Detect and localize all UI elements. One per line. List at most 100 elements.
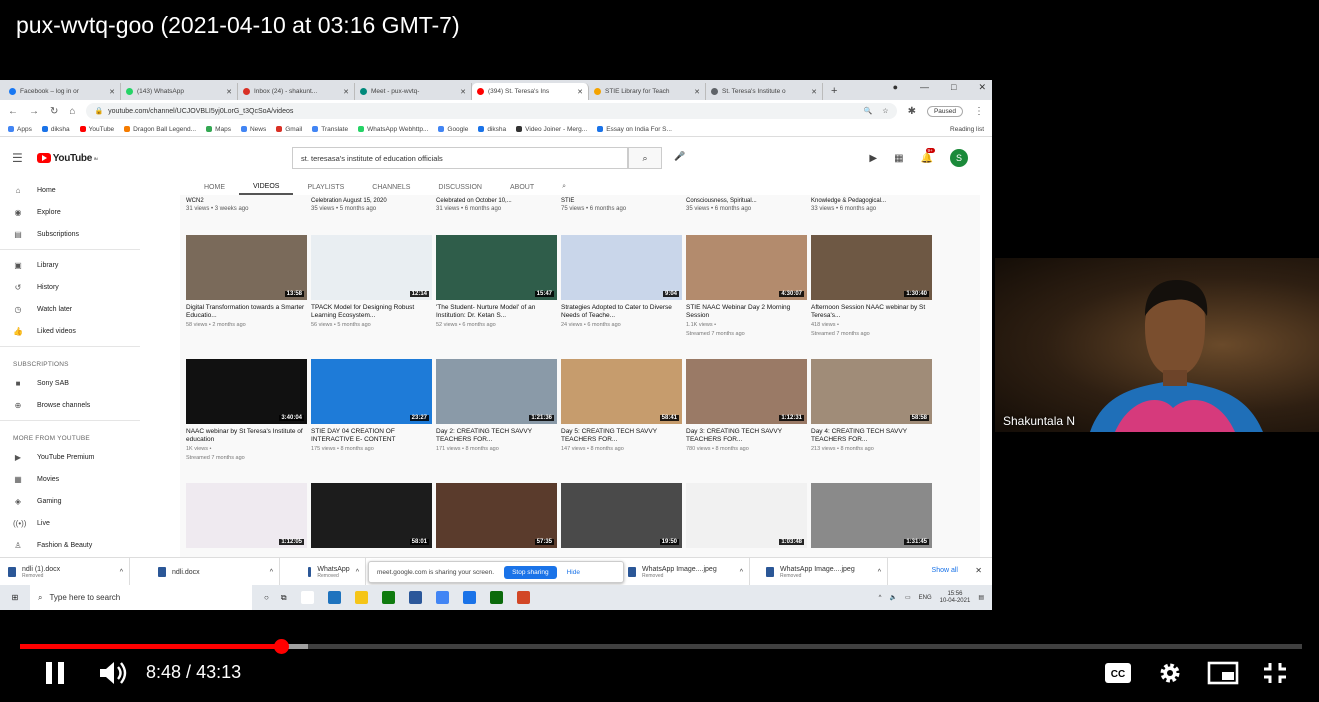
browser-tab[interactable]: STIE Library for Teach ✕ (589, 83, 706, 100)
download-menu-chevron-icon[interactable]: ^ (356, 569, 365, 576)
download-menu-chevron-icon[interactable]: ^ (120, 569, 129, 576)
extensions-icon[interactable]: ✱ (908, 106, 916, 117)
video-thumbnail[interactable]: 1:30:40 (811, 235, 932, 300)
maximize-icon[interactable]: □ (951, 82, 956, 93)
taskbar-app-icon[interactable] (489, 591, 503, 604)
browser-tab[interactable]: St. Teresa's Institute o ✕ (706, 83, 823, 100)
video-thumbnail[interactable]: 1:31:45 (811, 483, 932, 548)
download-item[interactable]: ndli (1).docx Removed ^ (0, 558, 130, 586)
sidebar-item[interactable]: ◈ Gaming (0, 490, 140, 512)
network-tray-icon[interactable]: ▭ (905, 594, 911, 601)
channel-tab[interactable]: DISCUSSION (424, 179, 496, 195)
language-indicator[interactable]: ENG (919, 595, 932, 601)
channel-tab[interactable]: ABOUT (496, 179, 548, 195)
video-title[interactable]: 'The Student- Nurture Model' of an Insti… (436, 304, 557, 320)
sidebar-item[interactable]: ↺ History (0, 276, 140, 298)
video-thumbnail[interactable]: 1:03:48 (686, 483, 807, 548)
new-tab-icon[interactable]: + (823, 85, 845, 100)
sidebar-item[interactable]: ⊕ Browse channels (0, 394, 140, 416)
video-title[interactable]: Day 2: CREATING TECH SAVVY TEACHERS FOR.… (436, 428, 557, 444)
scrubber-handle[interactable] (274, 639, 289, 654)
channel-tab[interactable]: HOME (190, 179, 239, 195)
sidebar-item[interactable]: ▦ Movies (0, 468, 140, 490)
exit-fullscreen-icon[interactable] (1262, 661, 1288, 685)
taskbar-app-icon[interactable] (381, 591, 395, 604)
hamburger-icon[interactable]: ☰ (12, 151, 23, 165)
video-thumbnail[interactable]: 57:35 (436, 483, 557, 548)
video-card[interactable]: 1:21:36 Day 2: CREATING TECH SAVVY TEACHE… (436, 359, 557, 483)
video-thumbnail[interactable]: 13:58 (186, 235, 307, 300)
video-thumbnail[interactable]: 23:27 (311, 359, 432, 424)
download-menu-chevron-icon[interactable]: ^ (878, 569, 887, 576)
taskbar-app-icon[interactable] (300, 591, 314, 604)
video-thumbnail[interactable]: 3:40:04 (186, 359, 307, 424)
reload-icon[interactable]: ↻ (50, 106, 58, 117)
channel-tab[interactable]: PLAYLISTS (293, 179, 358, 195)
tab-close-icon[interactable]: ✕ (340, 88, 349, 96)
sidebar-item[interactable]: ◉ Explore (0, 201, 140, 223)
tab-close-icon[interactable]: ✕ (574, 88, 583, 96)
hide-button[interactable]: Hide (567, 569, 580, 576)
taskbar-app-icon[interactable] (462, 591, 476, 604)
video-thumbnail[interactable]: 58:58 (811, 359, 932, 424)
video-title[interactable]: Day 3: CREATING TECH SAVVY TEACHERS FOR.… (686, 428, 807, 444)
video-title[interactable]: Digital Transformation towards a Smarter… (186, 304, 307, 320)
create-video-icon[interactable]: ▶ (869, 153, 877, 164)
bookmark-star-icon[interactable]: ☆ (882, 107, 888, 115)
browser-tab[interactable]: Meet - pux-wvtq- ✕ (355, 83, 472, 100)
bookmark-item[interactable]: diksha (41, 126, 70, 133)
video-title[interactable]: Day 4: CREATING TECH SAVVY TEACHERS FOR.… (811, 428, 932, 444)
bookmark-item[interactable]: diksha (478, 126, 506, 133)
bookmark-item[interactable]: YouTube (79, 126, 114, 133)
apps-grid-icon[interactable]: ▦ (894, 153, 903, 164)
youtube-search-input[interactable]: st. teresasa's institute of education of… (292, 147, 628, 169)
sidebar-item[interactable]: ■ Sony SAB (0, 372, 140, 394)
taskbar-app-icon[interactable] (516, 591, 530, 604)
video-thumbnail[interactable]: 58:41 (561, 359, 682, 424)
tab-close-icon[interactable]: ✕ (223, 88, 232, 96)
taskbar-app-icon[interactable] (327, 591, 341, 604)
video-thumbnail[interactable]: 4:30:07 (686, 235, 807, 300)
video-title[interactable]: STIE NAAC Webinar Day 2 Morning Session (686, 304, 807, 320)
video-title[interactable]: TPACK Model for Designing Robust Learnin… (311, 304, 432, 320)
video-thumbnail[interactable]: 12:14 (311, 235, 432, 300)
mic-icon[interactable]: 🎤 (674, 151, 685, 162)
bookmark-item[interactable]: Translate (312, 126, 348, 133)
pause-icon[interactable] (44, 660, 68, 686)
video-card[interactable]: 4:30:07 STIE NAAC Webinar Day 2 Morning S… (686, 235, 807, 359)
video-card[interactable]: 13:58 Digital Transformation towards a Sm… (186, 235, 307, 359)
browser-tab[interactable]: Inbox (24) - shakunt... ✕ (238, 83, 355, 100)
download-item[interactable]: WhatsApp Image....jpeg Removed ^ (758, 558, 888, 586)
home-icon[interactable]: ⌂ (69, 106, 75, 117)
bookmark-item[interactable]: Google (438, 126, 468, 133)
video-card[interactable]: 1:30:40 Afternoon Session NAAC webinar by… (811, 235, 932, 359)
video-title[interactable]: NAAC webinar by St Teresa's Institute of… (186, 428, 307, 444)
bookmark-item[interactable]: News (240, 126, 266, 133)
video-card[interactable]: 1:12:31 Day 3: CREATING TECH SAVVY TEACHE… (686, 359, 807, 483)
sidebar-item[interactable]: ▶ YouTube Premium (0, 446, 140, 468)
video-thumbnail[interactable]: 15:47 (436, 235, 557, 300)
tab-close-icon[interactable]: ✕ (808, 88, 817, 96)
paused-profile-button[interactable]: Paused (926, 105, 963, 117)
taskbar-clock[interactable]: 15:56 10-04-2021 (940, 591, 971, 605)
sidebar-item[interactable]: ((•)) Live (0, 512, 140, 534)
partial-video-item[interactable]: WCN2 31 views • 3 weeks ago (186, 197, 307, 217)
video-thumbnail[interactable]: 1:12:31 (686, 359, 807, 424)
browser-tab[interactable]: Facebook – log in or ✕ (4, 83, 121, 100)
tab-close-icon[interactable]: ✕ (691, 88, 700, 96)
close-window-icon[interactable]: ✕ (978, 82, 986, 93)
video-thumbnail[interactable]: 9:04 (561, 235, 682, 300)
windows-start-icon[interactable]: ⊞ (0, 593, 30, 602)
download-item[interactable]: WhatsApp Removed ^ (300, 558, 366, 586)
download-item[interactable]: ndli.docx ^ (150, 558, 280, 586)
video-thumbnail[interactable]: 1:12:05 (186, 483, 307, 548)
bookmark-item[interactable]: Essay on India For S... (597, 126, 672, 133)
video-card[interactable]: 12:14 TPACK Model for Designing Robust Le… (311, 235, 432, 359)
video-thumbnail[interactable]: 19:50 (561, 483, 682, 548)
bookmark-item[interactable]: Maps (206, 126, 231, 133)
miniplayer-icon[interactable] (1207, 661, 1239, 685)
cortana-icon[interactable]: ○ (264, 593, 269, 602)
download-menu-chevron-icon[interactable]: ^ (270, 569, 279, 576)
captions-icon[interactable]: CC (1104, 662, 1132, 684)
action-center-icon[interactable]: ▤ (978, 594, 984, 601)
